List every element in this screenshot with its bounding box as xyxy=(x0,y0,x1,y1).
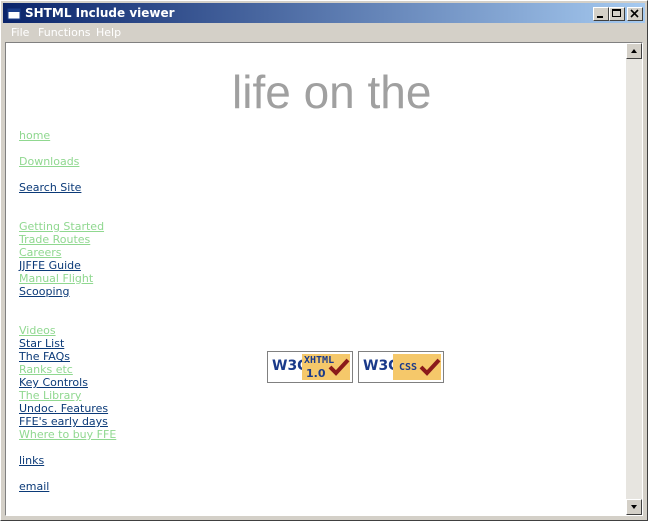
nav-link-manual-flight[interactable]: Manual Flight xyxy=(19,272,93,285)
app-window: SHTML Include viewer File Functions Help… xyxy=(0,0,648,521)
nav-link-key-controls[interactable]: Key Controls xyxy=(19,376,88,389)
checkmark-icon xyxy=(328,358,350,376)
window-title: SHTML Include viewer xyxy=(25,6,175,20)
arrow-up-icon xyxy=(631,49,637,53)
nav-link-where-to-buy[interactable]: Where to buy FFE xyxy=(19,428,116,441)
menu-file[interactable]: File xyxy=(11,26,29,39)
nav-link-ranks[interactable]: Ranks etc xyxy=(19,363,73,376)
scroll-up-button[interactable] xyxy=(626,43,642,59)
maximize-button[interactable] xyxy=(609,7,625,21)
nav-link-early-days[interactable]: FFE's early days xyxy=(19,415,108,428)
nav-link-library[interactable]: The Library xyxy=(19,389,81,402)
nav-link-star-list[interactable]: Star List xyxy=(19,337,64,350)
nav-link-getting-started[interactable]: Getting Started xyxy=(19,220,104,233)
menu-bar: File Functions Help xyxy=(3,24,645,42)
nav-link-email[interactable]: email xyxy=(19,480,49,493)
page-heading: life on the xyxy=(232,66,432,118)
nav-link-search-site[interactable]: Search Site xyxy=(19,181,81,194)
nav-link-undoc-features[interactable]: Undoc. Features xyxy=(19,402,108,415)
checkmark-icon xyxy=(419,358,441,376)
title-bar[interactable]: SHTML Include viewer xyxy=(3,3,645,23)
close-button[interactable] xyxy=(627,7,643,21)
w3c-xhtml-badge[interactable]: W3C XHTML 1.0 xyxy=(267,351,353,383)
menu-functions[interactable]: Functions xyxy=(38,26,91,39)
css-badge-label: CSS xyxy=(399,362,418,373)
nav-link-home[interactable]: home xyxy=(19,129,50,142)
vertical-scrollbar[interactable] xyxy=(626,43,642,515)
scroll-down-button[interactable] xyxy=(626,499,642,515)
nav-link-faqs[interactable]: The FAQs xyxy=(19,350,70,363)
nav-link-links[interactable]: links xyxy=(19,454,44,467)
xhtml-badge-version: 1.0 xyxy=(306,367,326,380)
minimize-button[interactable] xyxy=(593,7,609,21)
nav-link-careers[interactable]: Careers xyxy=(19,246,62,259)
menu-help[interactable]: Help xyxy=(96,26,121,39)
nav-link-scooping[interactable]: Scooping xyxy=(19,285,69,298)
arrow-down-icon xyxy=(631,505,637,509)
nav-link-downloads[interactable]: Downloads xyxy=(19,155,79,168)
nav-link-jjffe-guide[interactable]: JJFFE Guide xyxy=(19,259,81,272)
document-view: life on the home Downloads Search Site G… xyxy=(5,42,643,516)
nav-link-videos[interactable]: Videos xyxy=(19,324,56,337)
nav-link-trade-routes[interactable]: Trade Routes xyxy=(19,233,90,246)
w3c-css-badge[interactable]: W3C CSS xyxy=(358,351,444,383)
app-window-icon xyxy=(7,7,21,20)
